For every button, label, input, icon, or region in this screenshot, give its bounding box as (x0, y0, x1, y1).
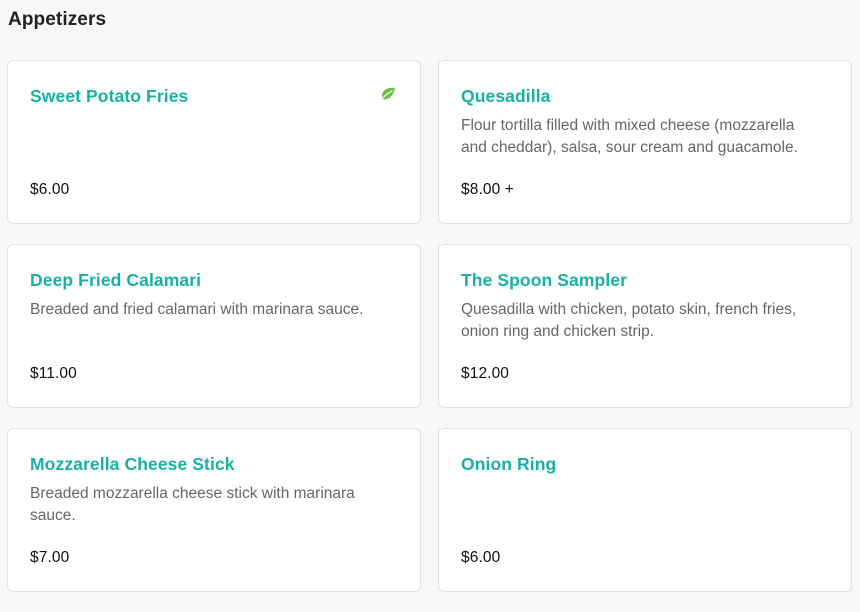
item-description: Quesadilla with chicken, potato skin, fr… (461, 301, 797, 340)
item-description: Breaded mozzarella cheese stick with mar… (30, 485, 355, 524)
item-price: $6.00 (461, 549, 501, 566)
item-name: Onion Ring (461, 454, 557, 474)
menu-item-card[interactable]: Onion Ring $6.00 (438, 428, 852, 592)
item-price: $8.00 + (461, 181, 514, 198)
item-price: $7.00 (30, 549, 70, 566)
menu-item-card[interactable]: Mozzarella Cheese Stick Breaded mozzarel… (7, 428, 421, 592)
item-name: The Spoon Sampler (461, 270, 628, 290)
menu-item-card[interactable]: The Spoon Sampler Quesadilla with chicke… (438, 244, 852, 408)
menu-item-card[interactable]: Sweet Potato Fries $6.00 (7, 60, 421, 224)
menu-item-card[interactable]: Deep Fried Calamari Breaded and fried ca… (7, 244, 421, 408)
section-title: Appetizers (8, 9, 107, 30)
item-price: $12.00 (461, 365, 510, 382)
item-price: $6.00 (30, 181, 70, 198)
menu-grid: Sweet Potato Fries $6.00 Quesadilla Flou… (7, 60, 852, 592)
menu-item-card[interactable]: Quesadilla Flour tortilla filled with mi… (438, 60, 852, 224)
leaf-icon (380, 87, 396, 102)
item-price: $11.00 (30, 365, 77, 382)
item-description: Flour tortilla filled with mixed cheese … (461, 117, 798, 156)
item-name: Quesadilla (461, 86, 551, 106)
item-description: Breaded and fried calamari with marinara… (30, 301, 364, 318)
item-name: Sweet Potato Fries (30, 86, 189, 106)
item-name: Mozzarella Cheese Stick (30, 454, 235, 474)
item-name: Deep Fried Calamari (30, 270, 202, 290)
